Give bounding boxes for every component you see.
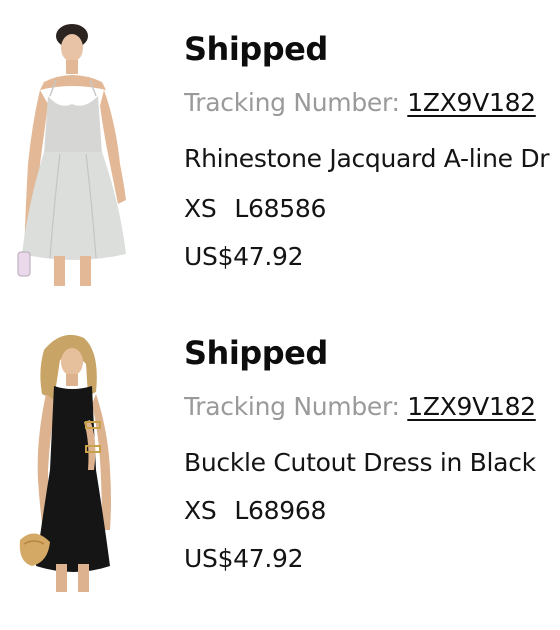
tracking-label: Tracking Number: xyxy=(184,392,400,421)
order-item[interactable]: Shipped Tracking Number: 1ZX9V182 Rhines… xyxy=(0,0,560,300)
tracking-number-link[interactable]: 1ZX9V182 xyxy=(407,392,536,421)
product-sku: L68586 xyxy=(234,194,327,223)
tracking-row: Tracking Number: 1ZX9V182 xyxy=(184,88,536,117)
product-size: XS xyxy=(184,496,217,525)
size-sku-row: XS L68968 xyxy=(184,496,326,525)
product-price: US$47.92 xyxy=(184,242,304,271)
tracking-row: Tracking Number: 1ZX9V182 xyxy=(184,392,536,421)
product-image[interactable] xyxy=(14,24,136,286)
product-sku: L68968 xyxy=(234,496,327,525)
order-details: Shipped Tracking Number: 1ZX9V182 Buckle… xyxy=(184,302,560,602)
size-sku-row: XS L68586 xyxy=(184,194,326,223)
order-list: Shipped Tracking Number: 1ZX9V182 Rhines… xyxy=(0,0,560,630)
tracking-label: Tracking Number: xyxy=(184,88,400,117)
tracking-number-link[interactable]: 1ZX9V182 xyxy=(407,88,536,117)
order-status: Shipped xyxy=(184,334,328,372)
product-size: XS xyxy=(184,194,217,223)
order-details: Shipped Tracking Number: 1ZX9V182 Rhines… xyxy=(184,0,560,300)
product-name[interactable]: Buckle Cutout Dress in Black xyxy=(184,448,536,477)
product-image[interactable] xyxy=(14,330,136,592)
product-name[interactable]: Rhinestone Jacquard A-line Dr xyxy=(184,144,550,173)
order-item[interactable]: Shipped Tracking Number: 1ZX9V182 Buckle… xyxy=(0,302,560,602)
product-price: US$47.92 xyxy=(184,544,304,573)
order-status: Shipped xyxy=(184,30,328,68)
